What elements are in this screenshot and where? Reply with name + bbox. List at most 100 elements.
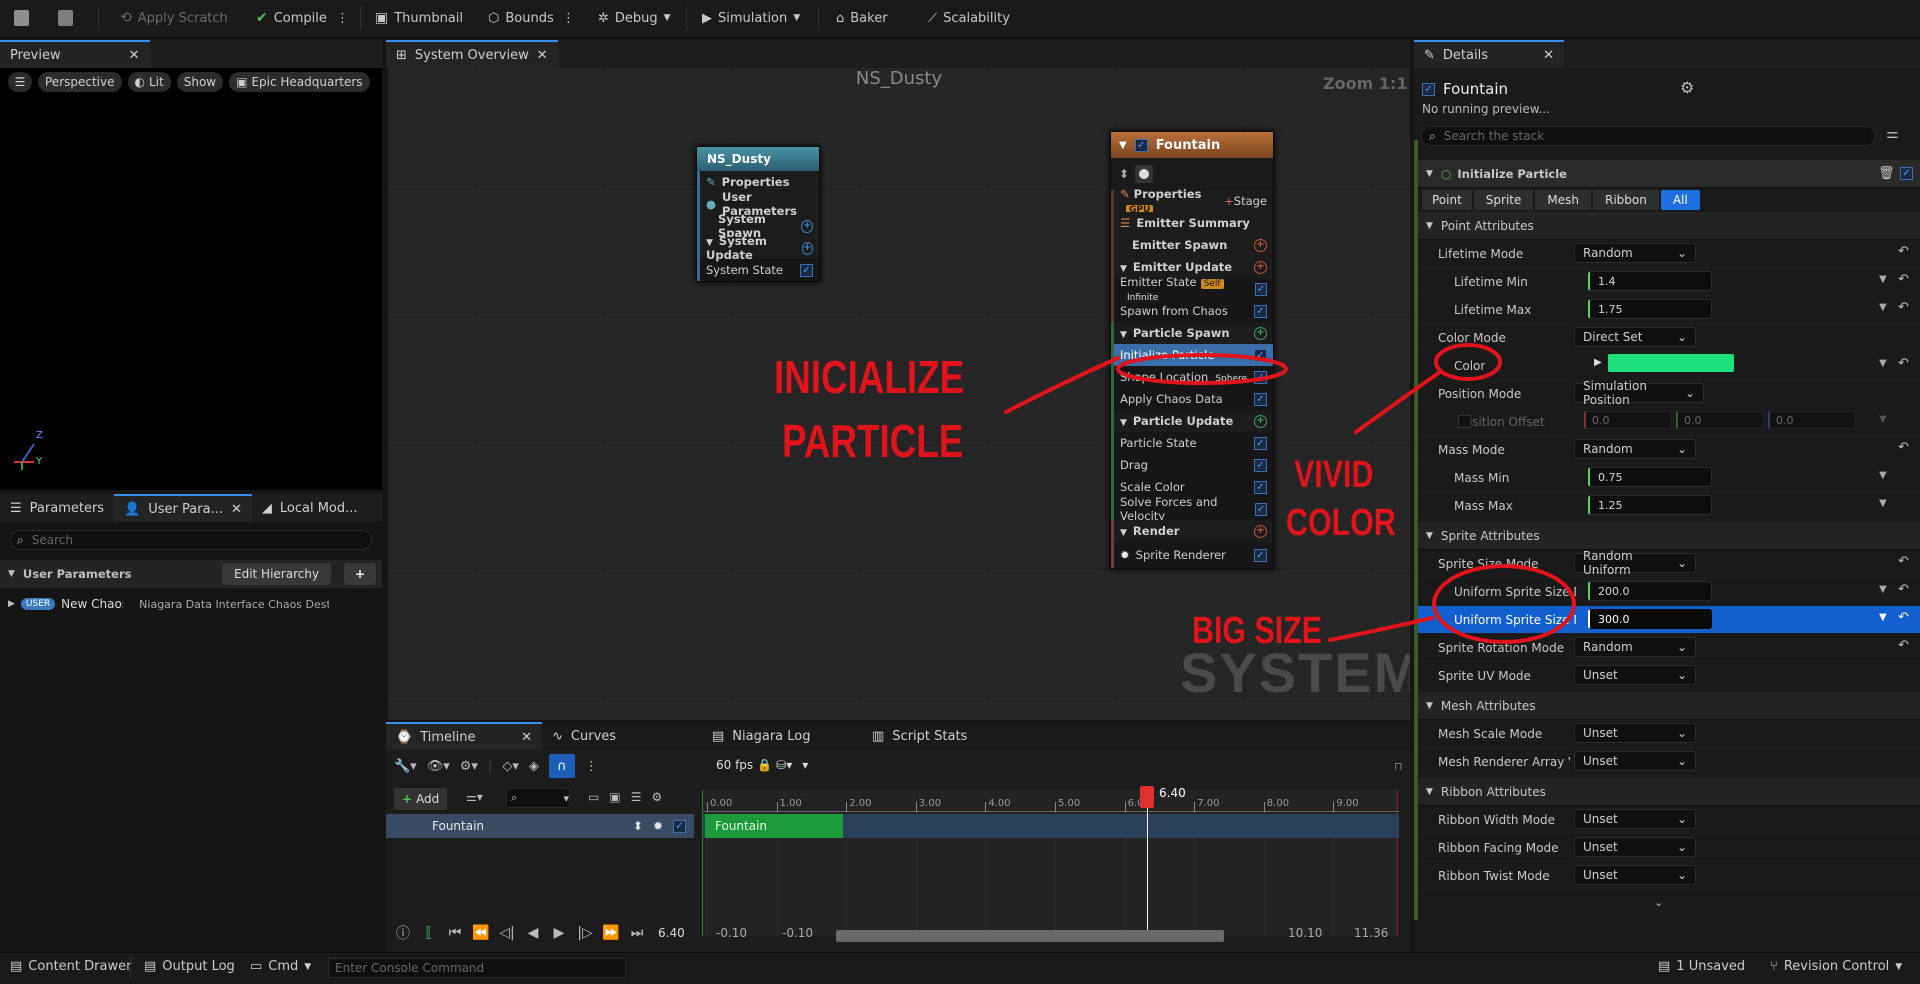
timeline-area[interactable]: 0.00 1.00 2.00 3.00 4.00 5.00 6.00 7.00 8.00 9.00… xyxy=(702,786,1399,936)
enable-checkbox[interactable]: ✓ xyxy=(1254,458,1267,472)
tab-niagara-log[interactable]: ▤ Niagara Log xyxy=(702,722,862,750)
more-icon[interactable]: ⋮ xyxy=(585,759,598,774)
chevron-down-icon[interactable]: ▼ xyxy=(1879,358,1887,369)
view-range-end[interactable]: 11.36 xyxy=(1354,926,1388,940)
play-icon[interactable]: ▶ xyxy=(548,922,570,944)
reset-icon[interactable]: ↶ xyxy=(1898,582,1909,597)
mesh-attributes-section[interactable]: ▼ Mesh Attributes xyxy=(1418,692,1920,720)
emitter-summary-row[interactable]: ☰ Emitter Summary xyxy=(1111,212,1273,234)
view-range-start[interactable]: -0.10 xyxy=(716,926,747,940)
system-update-row[interactable]: ▼ System Update + xyxy=(697,234,819,262)
skip-to-start-icon[interactable]: ⏮ xyxy=(444,922,466,944)
show-button[interactable]: Show xyxy=(176,72,224,92)
debug-button[interactable]: ✲ Debug ▼ xyxy=(598,0,671,36)
reset-icon[interactable]: ↶ xyxy=(1898,638,1909,653)
skip-to-end-icon[interactable]: ⏭ xyxy=(626,922,648,944)
working-range-start[interactable]: -0.10 xyxy=(782,926,813,940)
bounds-button[interactable]: ⬡ Bounds xyxy=(488,0,554,36)
tab-system-overview[interactable]: ⊞ System Overview ✕ xyxy=(386,40,558,68)
particle-update-row[interactable]: ▼ Particle Update + xyxy=(1111,410,1273,432)
add-module-icon[interactable]: + xyxy=(1254,260,1267,274)
console-input[interactable]: Enter Console Command xyxy=(328,958,626,978)
tab-local-modules[interactable]: ◢ Local Mod... xyxy=(252,494,368,522)
pin-icon[interactable]: ⬍ xyxy=(1119,167,1129,181)
pin-icon[interactable]: ⬍ xyxy=(633,819,643,833)
delete-icon[interactable]: 🗑 xyxy=(1878,166,1895,181)
timeline-search-input[interactable]: ⌕ ▾ xyxy=(506,788,570,808)
emitter-node-header[interactable]: ▼ ✓ Fountain xyxy=(1111,132,1273,158)
eye-icon[interactable]: 👁▾ xyxy=(427,759,450,774)
mesh-renderer-array-dropdown[interactable]: Unset ⌄ xyxy=(1574,751,1696,771)
playhead-line[interactable] xyxy=(1147,790,1148,936)
tab-user-parameters[interactable]: 👤 User Para... ✕ xyxy=(114,494,252,522)
edit-hierarchy-button[interactable]: Edit Hierarchy xyxy=(222,563,332,585)
enable-checkbox[interactable]: ✓ xyxy=(1254,548,1267,562)
location-button[interactable]: ▣ Epic Headquarters xyxy=(229,72,370,92)
shape-location-row[interactable]: Shape Location Sphere ✓ xyxy=(1111,366,1273,388)
position-mode-dropdown[interactable]: Simulation Position ⌄ xyxy=(1574,379,1704,407)
chevron-down-icon[interactable]: ▼ xyxy=(1879,274,1887,285)
reset-icon[interactable]: ↶ xyxy=(1898,300,1909,315)
add-module-icon[interactable]: + xyxy=(801,241,813,255)
emitter-enable-checkbox[interactable]: ✓ xyxy=(1422,82,1435,96)
expand-all-icon[interactable]: ▣ xyxy=(609,790,620,804)
particle-state-row[interactable]: Particle State ✓ xyxy=(1111,432,1273,454)
step-back-icon[interactable]: ◁| xyxy=(496,922,518,944)
snap-magnet-icon[interactable]: ∩ xyxy=(548,754,575,778)
tab-preview[interactable]: Preview ✕ xyxy=(0,40,150,68)
snap-options-icon[interactable]: ⚙▾ xyxy=(460,759,478,774)
tab-script-stats[interactable]: ▥ Script Stats xyxy=(862,722,977,750)
ribbon-width-mode-dropdown[interactable]: Unset ⌄ xyxy=(1574,809,1696,829)
mesh-scale-mode-dropdown[interactable]: Unset ⌄ xyxy=(1574,723,1696,743)
close-icon[interactable]: ✕ xyxy=(129,48,140,63)
revision-control-button[interactable]: ⑂ Revision Control ▼ xyxy=(1770,959,1902,974)
filter-icon[interactable]: ⚌▾ xyxy=(466,790,483,804)
unsaved-button[interactable]: ▤ 1 Unsaved xyxy=(1658,959,1745,974)
reset-icon[interactable]: ↶ xyxy=(1898,440,1909,455)
emitter-spawn-row[interactable]: Emitter Spawn + xyxy=(1111,234,1273,256)
emitter-enable-checkbox[interactable]: ✓ xyxy=(1134,138,1148,152)
lifetime-min-input[interactable]: 1.4 xyxy=(1588,271,1712,291)
timeline-scrollbar[interactable] xyxy=(836,930,1224,942)
loop-start-icon[interactable]: ⟦ xyxy=(418,922,440,944)
bounds-options-button[interactable]: ⋮ xyxy=(562,0,575,36)
sprite-size-mode-dropdown[interactable]: Random Uniform ⌄ xyxy=(1574,549,1696,577)
add-module-icon[interactable]: + xyxy=(1254,414,1267,428)
thumbnail-button[interactable]: ▣ Thumbnail xyxy=(375,0,463,36)
playhead-handle[interactable] xyxy=(1140,786,1154,808)
prev-key-icon[interactable]: ⏪ xyxy=(470,922,492,944)
ribbon-facing-mode-dropdown[interactable]: Unset ⌄ xyxy=(1574,837,1696,857)
stack-search-input[interactable]: ⌕ Search the stack xyxy=(1420,126,1876,146)
sprite-rotation-mode-dropdown[interactable]: Random ⌄ xyxy=(1574,637,1696,657)
compile-options-button[interactable]: ⋮ xyxy=(336,0,349,36)
settings-gear-icon[interactable]: ⚙ xyxy=(1680,78,1694,97)
close-icon[interactable]: ✕ xyxy=(1543,48,1554,63)
uniform-sprite-size-max-input[interactable]: 300.0 xyxy=(1588,609,1712,629)
output-log-button[interactable]: ▤ Output Log xyxy=(144,959,235,974)
offset-y-input[interactable]: 0.0 xyxy=(1676,411,1764,429)
timeline-ruler[interactable] xyxy=(703,790,1399,812)
initialize-particle-row[interactable]: Initialize Particle ✓ xyxy=(1111,344,1273,366)
enable-checkbox[interactable]: ✓ xyxy=(1254,480,1267,494)
color-mode-dropdown[interactable]: Direct Set ⌄ xyxy=(1574,327,1696,347)
filter-sprite-button[interactable]: Sprite xyxy=(1473,190,1534,210)
offset-x-input[interactable]: 0.0 xyxy=(1584,411,1672,429)
current-time-display[interactable]: 6.40 xyxy=(658,926,685,940)
reset-icon[interactable]: ↶ xyxy=(1898,554,1909,569)
settings-icon[interactable]: ⚙ xyxy=(651,790,662,804)
system-overview-graph[interactable]: NS_Dusty Zoom 1:1 SYSTEM NS_Dusty ✎ Prope… xyxy=(388,68,1410,720)
sprite-renderer-row[interactable]: ✹ Sprite Renderer ✓ xyxy=(1111,542,1273,568)
render-row[interactable]: ▼ Render + xyxy=(1111,520,1273,542)
scrollbar-thumb[interactable] xyxy=(836,930,1224,942)
add-module-icon[interactable]: + xyxy=(801,219,813,233)
enable-checkbox[interactable]: ✓ xyxy=(1254,436,1267,450)
system-state-row[interactable]: System State ✓ xyxy=(697,259,819,281)
compile-button[interactable]: ✔ Compile xyxy=(256,0,327,36)
timeline-track-row[interactable]: Fountain ⬍ ✹ ✓ xyxy=(386,814,694,838)
mass-mode-dropdown[interactable]: Random ⌄ xyxy=(1574,439,1696,459)
filter-icon[interactable]: ⚌ xyxy=(1886,126,1899,142)
cmd-dropdown[interactable]: ▭ Cmd ▼ xyxy=(250,959,311,974)
enable-checkbox[interactable]: ✓ xyxy=(1254,370,1267,384)
close-icon[interactable]: ✕ xyxy=(521,730,532,745)
chevron-down-icon[interactable]: ▼ xyxy=(1879,414,1887,425)
